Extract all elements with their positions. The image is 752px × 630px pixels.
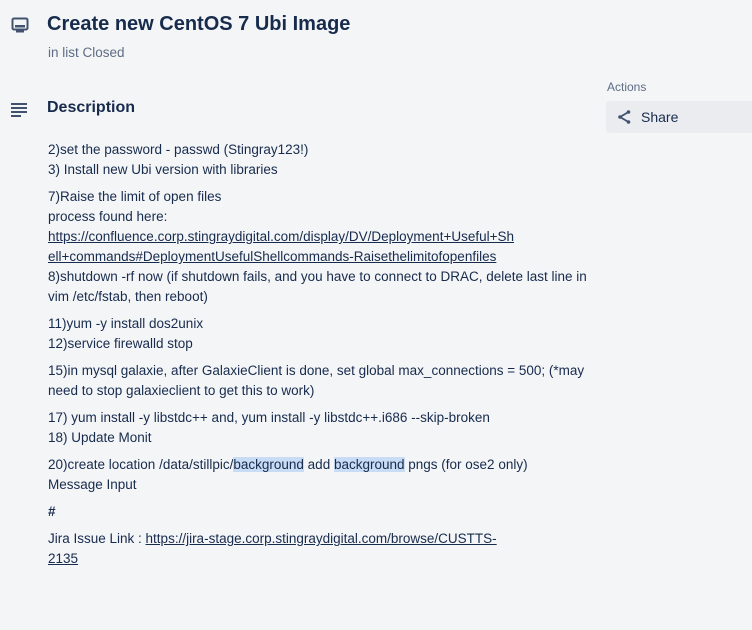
description-paragraph: 11)yum -y install dos2unix 12)service fi…	[48, 314, 593, 354]
description-paragraph: 20)create location /data/stillpic/backgr…	[48, 455, 593, 495]
description-line: 20)create location /data/stillpic/	[48, 457, 234, 472]
description-line: add	[303, 457, 334, 472]
confluence-link[interactable]: https://confluence.corp.stingraydigital.…	[48, 229, 514, 264]
description-line: 17) yum install -y libstdc++ and, yum in…	[48, 410, 490, 425]
search-highlight: background	[333, 457, 405, 472]
share-button[interactable]: Share	[606, 101, 752, 133]
description-paragraph: 7)Raise the limit of open files process …	[48, 187, 593, 307]
description-line: 12)service firewalld stop	[48, 336, 193, 351]
description-paragraph: 2)set the password - passwd (Stingray123…	[48, 140, 593, 180]
share-label: Share	[641, 109, 679, 125]
description-paragraph: Jira Issue Link : https://jira-stage.cor…	[48, 529, 593, 569]
description-paragraph: 15)in mysql galaxie, after GalaxieClient…	[48, 361, 593, 401]
share-icon	[618, 110, 631, 124]
markdown-hash: #	[48, 504, 56, 519]
list-reference: in list Closed	[48, 45, 125, 60]
card-detail: Create new CentOS 7 Ubi Image in list Cl…	[0, 0, 752, 630]
description-body[interactable]: 2)set the password - passwd (Stingray123…	[48, 140, 593, 576]
confluence-link-part: https://confluence.corp.stingraydigital.…	[48, 229, 514, 244]
jira-link-part: 2135	[48, 551, 79, 566]
description-heading: Description	[47, 99, 136, 116]
description-line: process found here:	[48, 209, 168, 224]
jira-link-part: https://jira-stage.corp.stingraydigital.…	[145, 531, 497, 546]
description-line: 15)in mysql galaxie, after GalaxieClient…	[48, 363, 585, 398]
confluence-link-part: ell+commands#DeploymentUsefulShellcomman…	[48, 249, 497, 264]
description-line: 7)Raise the limit of open files	[48, 189, 222, 204]
description-lines-icon	[11, 103, 27, 117]
description-line: 8)shutdown -rf now (if shutdown fails, a…	[48, 269, 587, 304]
card-icon	[11, 17, 29, 33]
jira-label: Jira Issue Link :	[48, 531, 146, 546]
description-line: 11)yum -y install dos2unix	[48, 316, 204, 331]
description-line: 18) Update Monit	[48, 430, 152, 445]
description-paragraph: 17) yum install -y libstdc++ and, yum in…	[48, 408, 593, 448]
description-line: 3) Install new Ubi version with librarie…	[48, 162, 278, 177]
description-line: Message Input	[48, 477, 137, 492]
description-line: 2)set the password - passwd (Stingray123…	[48, 142, 309, 157]
actions-label: Actions	[607, 80, 647, 94]
search-highlight: background	[233, 457, 304, 472]
description-line: pngs (for ose2 only)	[404, 457, 528, 472]
card-title[interactable]: Create new CentOS 7 Ubi Image	[47, 13, 350, 36]
